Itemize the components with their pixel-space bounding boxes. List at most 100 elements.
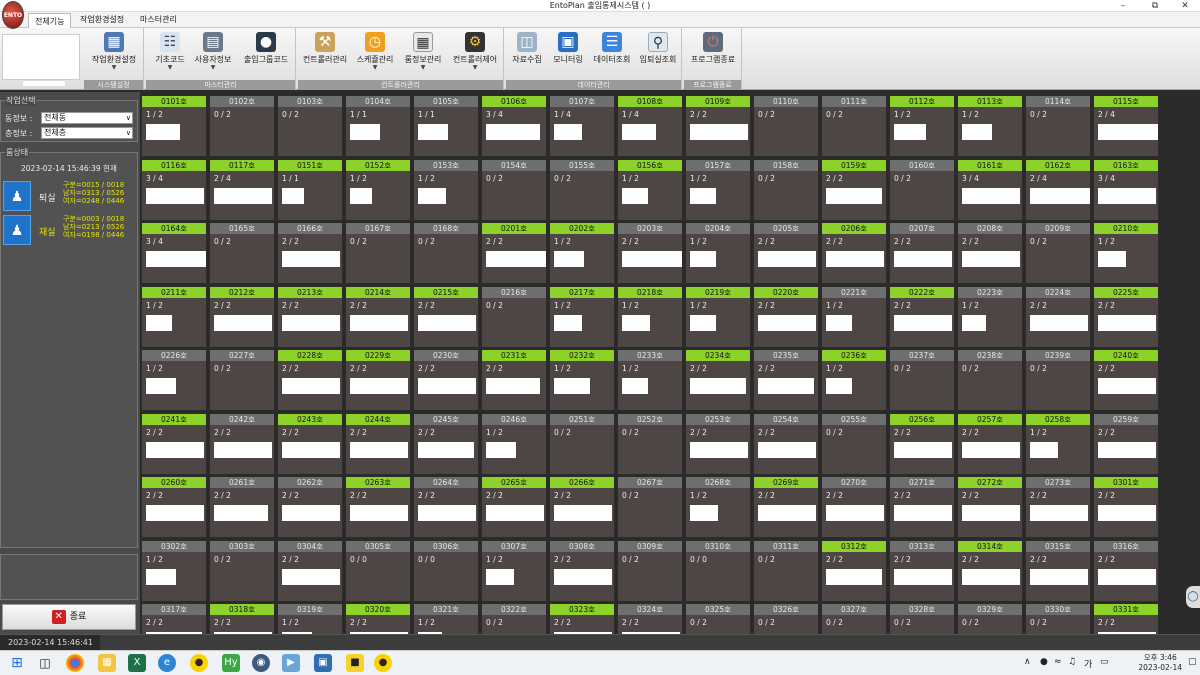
room-cell[interactable]: 0329호 0 / 2 xyxy=(958,604,1022,634)
room-cell[interactable]: 0251호 0 / 2 xyxy=(550,413,614,474)
room-cell[interactable]: 0211호 1 / 2 xyxy=(142,286,206,347)
user-info-button[interactable]: ▤ 사용자정보 ▼ xyxy=(190,30,236,76)
building-select[interactable]: 전체동 ∨ xyxy=(41,112,133,124)
room-cell[interactable]: 0210호 1 / 2 xyxy=(1094,223,1158,283)
remote-app-icon[interactable]: ▶ xyxy=(282,654,300,672)
room-cell[interactable]: 0158호 0 / 2 xyxy=(754,159,818,220)
room-cell[interactable]: 0214호 2 / 2 xyxy=(346,286,410,347)
room-cell[interactable]: 0222호 2 / 2 xyxy=(890,286,954,347)
room-cell[interactable]: 0102호 0 / 2 xyxy=(210,96,274,156)
room-cell[interactable]: 0319호 1 / 2 xyxy=(278,604,342,634)
room-cell[interactable]: 0228호 2 / 2 xyxy=(278,350,342,410)
room-cell[interactable]: 0229호 2 / 2 xyxy=(346,350,410,410)
room-cell[interactable]: 0167호 0 / 2 xyxy=(346,223,410,283)
room-cell[interactable]: 0232호 1 / 2 xyxy=(550,350,614,410)
room-cell[interactable]: 0244호 2 / 2 xyxy=(346,413,410,474)
room-cell[interactable]: 0312호 2 / 2 xyxy=(822,540,886,601)
room-cell[interactable]: 0252호 0 / 2 xyxy=(618,413,682,474)
room-cell[interactable]: 0269호 2 / 2 xyxy=(754,477,818,537)
data-collect-button[interactable]: ◫ 자료수집 xyxy=(508,30,546,76)
tab-master-management[interactable]: 마스터관리 xyxy=(134,12,183,28)
room-cell[interactable]: 0302호 1 / 2 xyxy=(142,540,206,601)
room-cell[interactable]: 0265호 2 / 2 xyxy=(482,477,546,537)
room-cell[interactable]: 0213호 2 / 2 xyxy=(278,286,342,347)
volume-icon[interactable]: ♫ xyxy=(1068,657,1076,667)
room-cell[interactable]: 0104호 1 / 1 xyxy=(346,96,410,156)
controller-control-button[interactable]: ⚙ 컨트롤러제어 ▼ xyxy=(448,30,502,76)
room-cell[interactable]: 0103호 0 / 2 xyxy=(278,96,342,156)
kakaotalk-icon[interactable]: ● xyxy=(374,654,392,672)
ime-label[interactable]: 가 xyxy=(1084,657,1092,670)
room-cell[interactable]: 0235호 2 / 2 xyxy=(754,350,818,410)
room-cell[interactable]: 0204호 1 / 2 xyxy=(686,223,750,283)
room-cell[interactable]: 0318호 2 / 2 xyxy=(210,604,274,634)
edge-icon[interactable]: e xyxy=(158,654,176,672)
wifi-icon[interactable]: ≈ xyxy=(1054,657,1062,667)
room-cell[interactable]: 0255호 0 / 2 xyxy=(822,413,886,474)
room-cell[interactable]: 0305호 0 / 0 xyxy=(346,540,410,601)
exit-button[interactable]: ✕ 종료 xyxy=(2,604,136,630)
minimize-icon[interactable]: – xyxy=(1108,0,1138,12)
room-cell[interactable]: 0156호 1 / 2 xyxy=(618,159,682,220)
room-cell[interactable]: 0258호 1 / 2 xyxy=(1026,413,1090,474)
room-cell[interactable]: 0272호 2 / 2 xyxy=(958,477,1022,537)
room-cell[interactable]: 0160호 0 / 2 xyxy=(890,159,954,220)
room-cell[interactable]: 0205호 2 / 2 xyxy=(754,223,818,283)
room-info-button[interactable]: ▦ 룸정보관리 ▼ xyxy=(400,30,446,76)
base-code-button[interactable]: ☷ 기초코드 ▼ xyxy=(150,30,190,76)
room-cell[interactable]: 0321호 1 / 2 xyxy=(414,604,478,634)
room-cell[interactable]: 0226호 1 / 2 xyxy=(142,350,206,410)
room-cell[interactable]: 0151호 1 / 1 xyxy=(278,159,342,220)
room-cell[interactable]: 0164호 3 / 4 xyxy=(142,223,206,283)
room-cell[interactable]: 0240호 2 / 2 xyxy=(1094,350,1158,410)
room-cell[interactable]: 0207호 2 / 2 xyxy=(890,223,954,283)
room-cell[interactable]: 0242호 2 / 2 xyxy=(210,413,274,474)
room-cell[interactable]: 0206호 2 / 2 xyxy=(822,223,886,283)
work-settings-button[interactable]: ▦ 작업환경설정 ▼ xyxy=(88,30,140,76)
room-cell[interactable]: 0236호 1 / 2 xyxy=(822,350,886,410)
room-cell[interactable]: 0233호 1 / 2 xyxy=(618,350,682,410)
excel-icon[interactable]: X xyxy=(128,654,146,672)
room-cell[interactable]: 0327호 0 / 2 xyxy=(822,604,886,634)
room-cell[interactable]: 0309호 0 / 2 xyxy=(618,540,682,601)
room-cell[interactable]: 0314호 2 / 2 xyxy=(958,540,1022,601)
room-cell[interactable]: 0201호 2 / 2 xyxy=(482,223,546,283)
room-cell[interactable]: 0323호 2 / 2 xyxy=(550,604,614,634)
room-cell[interactable]: 0253호 2 / 2 xyxy=(686,413,750,474)
windows-start-icon[interactable]: ⊞ xyxy=(8,654,26,672)
terminal-app-icon[interactable]: ▣ xyxy=(314,654,332,672)
room-cell[interactable]: 0316호 2 / 2 xyxy=(1094,540,1158,601)
room-cell[interactable]: 0165호 0 / 2 xyxy=(210,223,274,283)
room-cell[interactable]: 0113호 1 / 2 xyxy=(958,96,1022,156)
room-cell[interactable]: 0237호 0 / 2 xyxy=(890,350,954,410)
room-cell[interactable]: 0215호 2 / 2 xyxy=(414,286,478,347)
room-cell[interactable]: 0107호 1 / 4 xyxy=(550,96,614,156)
room-cell[interactable]: 0268호 1 / 2 xyxy=(686,477,750,537)
room-cell[interactable]: 0246호 1 / 2 xyxy=(482,413,546,474)
clock[interactable]: 오후 3:46 2023-02-14 xyxy=(1138,653,1182,673)
room-cell[interactable]: 0163호 3 / 4 xyxy=(1094,159,1158,220)
room-cell[interactable]: 0330호 0 / 2 xyxy=(1026,604,1090,634)
room-cell[interactable]: 0271호 2 / 2 xyxy=(890,477,954,537)
room-cell[interactable]: 0310호 0 / 0 xyxy=(686,540,750,601)
room-cell[interactable]: 0231호 2 / 2 xyxy=(482,350,546,410)
room-cell[interactable]: 0152호 1 / 2 xyxy=(346,159,410,220)
hy-app-icon[interactable]: Hy xyxy=(222,654,240,672)
room-cell[interactable]: 0260호 2 / 2 xyxy=(142,477,206,537)
room-cell[interactable]: 0322호 0 / 2 xyxy=(482,604,546,634)
room-cell[interactable]: 0202호 1 / 2 xyxy=(550,223,614,283)
room-cell[interactable]: 0224호 2 / 2 xyxy=(1026,286,1090,347)
room-cell[interactable]: 0111호 0 / 2 xyxy=(822,96,886,156)
room-cell[interactable]: 0114호 0 / 2 xyxy=(1026,96,1090,156)
room-cell[interactable]: 0315호 2 / 2 xyxy=(1026,540,1090,601)
room-cell[interactable]: 0227호 0 / 2 xyxy=(210,350,274,410)
monitoring-button[interactable]: ▣ 모니터링 xyxy=(548,30,588,76)
room-cell[interactable]: 0105호 1 / 1 xyxy=(414,96,478,156)
room-cell[interactable]: 0313호 2 / 2 xyxy=(890,540,954,601)
file-explorer-icon[interactable]: ▦ xyxy=(98,654,116,672)
room-cell[interactable]: 0230호 2 / 2 xyxy=(414,350,478,410)
program-exit-button[interactable]: ⏻ 프로그램종료 xyxy=(686,30,740,76)
room-cell[interactable]: 0325호 0 / 2 xyxy=(686,604,750,634)
room-cell[interactable]: 0159호 2 / 2 xyxy=(822,159,886,220)
room-cell[interactable]: 0217호 1 / 2 xyxy=(550,286,614,347)
